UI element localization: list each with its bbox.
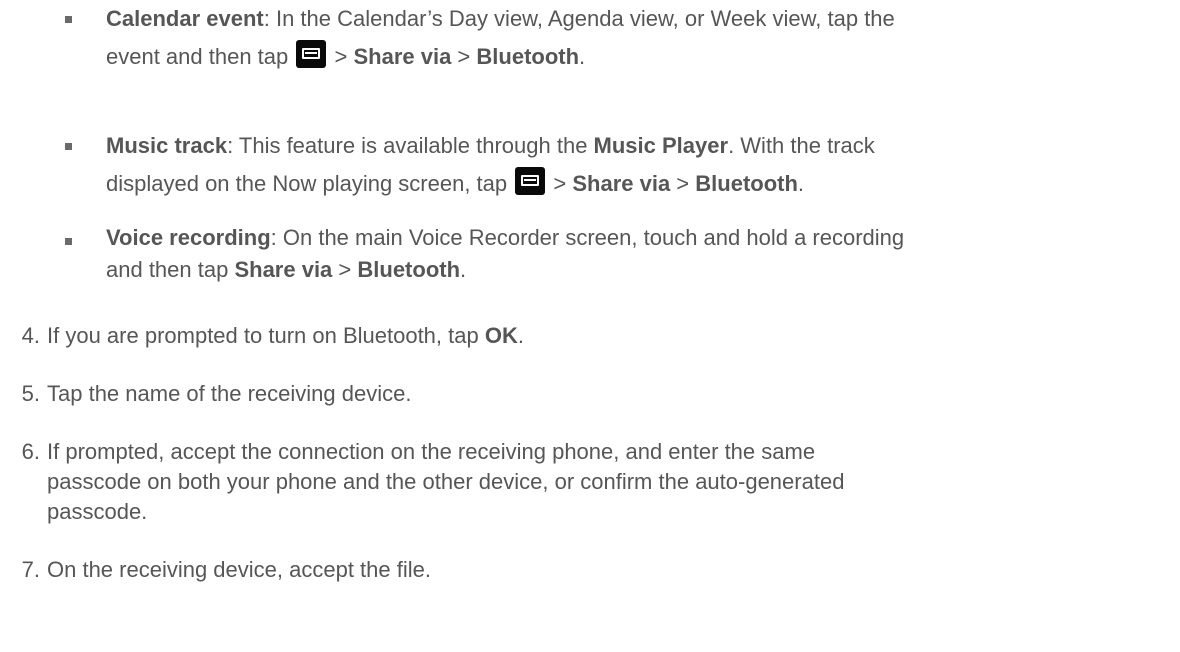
bullet-line: Music track: This feature is available t… [106,133,875,158]
bullet-line: Calendar event: In the Calendar’s Day vi… [106,6,895,31]
bullet-marker [65,143,72,150]
bluetooth-label: Bluetooth [357,257,461,282]
bullet-line: and then tap Share via > Bluetooth. [106,257,467,282]
item-title: Music track [106,133,228,158]
step-number: 5. [21,381,40,406]
step-number: 7. [21,557,40,582]
item-title: Calendar event [106,6,264,31]
share-via-label: Share via [572,171,671,196]
menu-icon [515,167,546,195]
bluetooth-label: Bluetooth [695,171,798,196]
bullet-line: event and then tap > Share via > Bluetoo… [106,38,1166,76]
step-number: 4. [21,323,40,348]
menu-icon [296,40,327,68]
list-item-voice-recording: Voice recording: On the main Voice Recor… [106,222,1166,286]
list-item-calendar-event: Calendar event: In the Calendar’s Day vi… [106,0,1166,76]
bullet-marker [65,238,72,245]
ok-label: OK [484,323,518,348]
bullet-line: Voice recording: On the main Voice Recor… [106,225,905,250]
music-player-label: Music Player [593,133,729,158]
bullet-line: displayed on the Now playing screen, tap… [106,165,1166,203]
bluetooth-label: Bluetooth [476,44,580,69]
step-number: 6. [21,439,40,464]
share-via-label: Share via [353,44,452,69]
share-via-label: Share via [234,257,333,282]
item-title: Voice recording [106,225,271,250]
document-page: Calendar event: In the Calendar’s Day vi… [0,0,1180,652]
list-item-music-track: Music track: This feature is available t… [106,127,1166,203]
bullet-marker [65,16,72,23]
item-text: In the Calendar’s Day view, Agenda view,… [275,6,895,31]
